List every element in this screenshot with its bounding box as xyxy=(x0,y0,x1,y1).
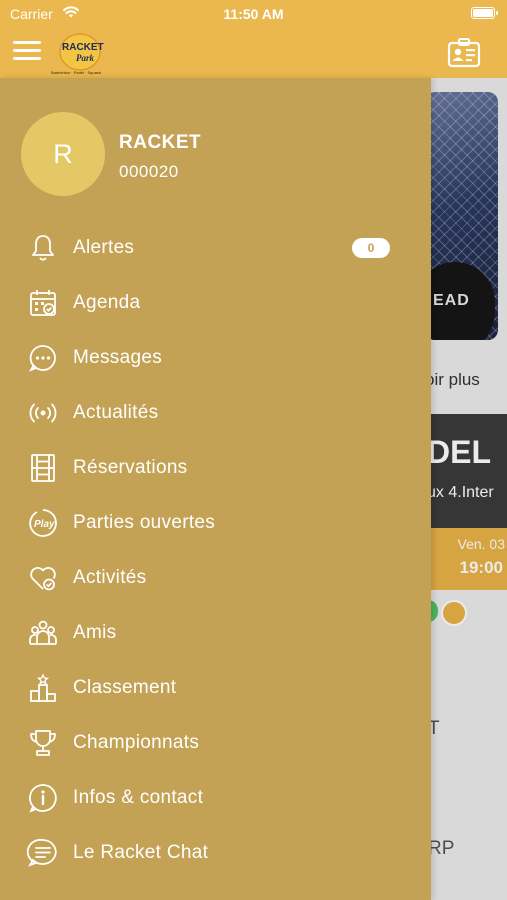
menu-item-label: Le Racket Chat xyxy=(73,842,209,863)
logo-subtitle: Badminton · Padel · Squash xyxy=(51,70,101,75)
trophy-icon xyxy=(27,727,59,759)
logo-text-racket: RACKET xyxy=(62,42,104,53)
menu-item-parties-ouvertes[interactable]: Play Parties ouvertes xyxy=(0,495,431,550)
logo-text-park: Park xyxy=(76,53,95,63)
menu-item-label: Messages xyxy=(73,347,162,368)
menu-item-label: Parties ouvertes xyxy=(73,512,216,533)
user-name: RACKET xyxy=(119,132,202,153)
menu-item-label: Activités xyxy=(73,567,147,588)
menu-item-label: Actualités xyxy=(73,402,159,423)
menu-item-label: Classement xyxy=(73,677,177,698)
app-header: RACKET Park Badminton · Padel · Squash xyxy=(0,28,507,78)
menu-item-label: Amis xyxy=(73,622,117,643)
drawer-menu: Alertes 0 Agenda Messages Actualités Rés… xyxy=(0,220,431,880)
play-badge-icon: Play xyxy=(27,507,59,539)
menu-item-alertes[interactable]: Alertes 0 xyxy=(0,220,431,275)
heart-check-icon xyxy=(27,562,59,594)
menu-item-classement[interactable]: Classement xyxy=(0,660,431,715)
info-icon xyxy=(27,782,59,814)
user-id: 000020 xyxy=(119,162,179,181)
menu-item-infos-contact[interactable]: Infos & contact xyxy=(0,770,431,825)
podium-icon xyxy=(27,672,59,704)
status-bar: Carrier 11:50 AM xyxy=(0,0,507,28)
broadcast-icon xyxy=(27,397,59,429)
menu-item-label: Infos & contact xyxy=(73,787,204,808)
menu-item-messages[interactable]: Messages xyxy=(0,330,431,385)
menu-item-championnats[interactable]: Championnats xyxy=(0,715,431,770)
racket-park-logo[interactable]: RACKET Park Badminton · Padel · Squash xyxy=(50,30,120,76)
menu-item-label: Réservations xyxy=(73,457,188,478)
chat-bubble-icon xyxy=(27,342,59,374)
calendar-check-icon xyxy=(27,287,59,319)
alert-count-badge: 0 xyxy=(352,238,390,258)
menu-item-amis[interactable]: Amis xyxy=(0,605,431,660)
clock: 11:50 AM xyxy=(223,6,284,22)
avatar-initial: R xyxy=(53,138,73,169)
member-card-icon[interactable] xyxy=(447,38,481,68)
menu-item-actualites[interactable]: Actualités xyxy=(0,385,431,440)
hamburger-menu-icon[interactable] xyxy=(13,40,41,62)
menu-item-activites[interactable]: Activités xyxy=(0,550,431,605)
menu-item-racket-chat[interactable]: Le Racket Chat xyxy=(0,825,431,880)
court-icon xyxy=(27,452,59,484)
svg-text:Play: Play xyxy=(34,519,55,530)
battery-icon xyxy=(471,7,498,19)
bell-icon xyxy=(27,232,59,264)
navigation-drawer: R RACKET 000020 Alertes 0 Agenda Message… xyxy=(0,78,431,900)
menu-item-reservations[interactable]: Réservations xyxy=(0,440,431,495)
menu-item-label: Agenda xyxy=(73,292,141,313)
menu-item-agenda[interactable]: Agenda xyxy=(0,275,431,330)
menu-item-label: Alertes xyxy=(73,237,135,258)
chat-lines-icon xyxy=(27,837,59,869)
group-icon xyxy=(27,617,59,649)
menu-item-label: Championnats xyxy=(73,732,200,753)
avatar[interactable]: R xyxy=(21,112,105,196)
